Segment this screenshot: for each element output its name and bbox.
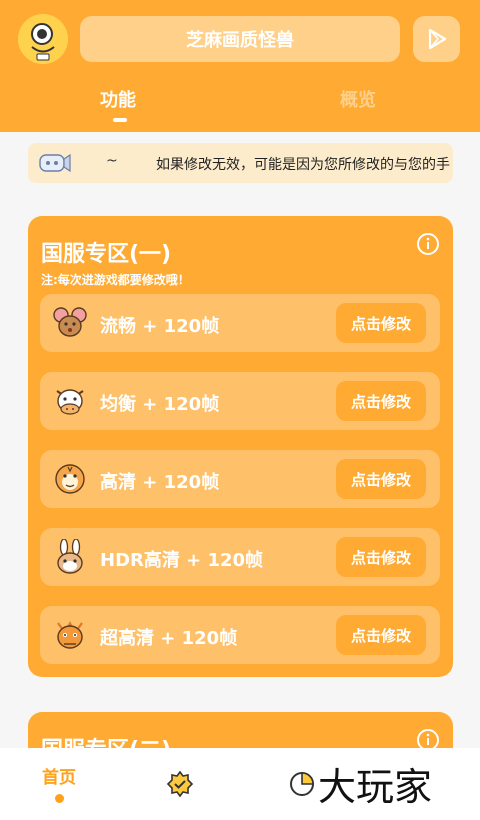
mode-label: HDR高清 + 120帧 (100, 550, 264, 571)
apply-button[interactable]: 点击修改 (336, 303, 426, 343)
monster-avatar-icon (18, 14, 68, 64)
chart-icon[interactable] (288, 770, 316, 798)
rabbit-icon (57, 539, 83, 574)
mode-row-smooth: 流畅 + 120帧 点击修改 (40, 294, 440, 352)
play-button[interactable] (413, 16, 460, 62)
mode-row-uhd: 超高清 + 120帧 点击修改 (40, 606, 440, 664)
mode-label: 高清 + 120帧 (100, 472, 220, 493)
apply-button[interactable]: 点击修改 (336, 381, 426, 421)
apply-button[interactable]: 点击修改 (336, 459, 426, 499)
watermark-logo: 大玩家 (318, 765, 433, 809)
mode-row-balanced: 均衡 + 120帧 点击修改 (40, 372, 440, 430)
mode-label: 流畅 + 120帧 (100, 316, 220, 337)
badge-star-icon[interactable] (166, 770, 194, 798)
bottom-navigation: 首页 大玩家 (0, 748, 480, 820)
notice-text: 如果修改无效，可能是因为您所修改的与您的手 (156, 157, 450, 173)
nav-active-dot (55, 794, 64, 803)
header: 芝麻画质怪兽 功能 概览 (0, 0, 480, 132)
cow-icon (56, 389, 84, 415)
notice-prefix: ~ (106, 153, 118, 169)
mode-label: 超高清 + 120帧 (100, 628, 238, 649)
avatar[interactable] (18, 14, 68, 64)
tab-function[interactable]: 功能 (100, 86, 136, 112)
app-title: 芝麻画质怪兽 (80, 16, 400, 62)
card-title: 国服专区(一) (41, 242, 172, 267)
card-note: 注:每次进游戏都要修改哦！ (41, 273, 190, 287)
tab-indicator (113, 118, 127, 122)
region-card-1: 国服专区(一) 注:每次进游戏都要修改哦！ 流畅 + 120帧 点击修改 均衡 … (28, 216, 453, 677)
nav-home[interactable]: 首页 (42, 763, 76, 788)
mode-row-hd: 高清 + 120帧 点击修改 (40, 450, 440, 508)
tab-overview[interactable]: 概览 (340, 86, 376, 112)
mode-row-hdr: HDR高清 + 120帧 点击修改 (40, 528, 440, 586)
dragon-icon (57, 621, 83, 649)
play-icon (428, 28, 446, 50)
mouse-icon (53, 307, 87, 337)
apply-button[interactable]: 点击修改 (336, 615, 426, 655)
mode-label: 均衡 + 120帧 (100, 394, 220, 415)
megaphone-icon (39, 153, 71, 173)
info-icon[interactable] (416, 232, 440, 256)
notice-marquee: ~ 如果修改无效，可能是因为您所修改的与您的手 (28, 143, 453, 183)
apply-button[interactable]: 点击修改 (336, 537, 426, 577)
tiger-icon (55, 464, 85, 494)
